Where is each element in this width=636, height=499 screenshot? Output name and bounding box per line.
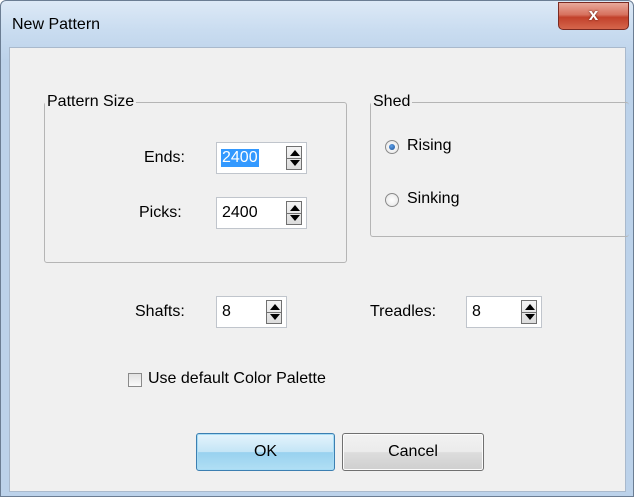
rising-label[interactable]: Rising bbox=[407, 137, 451, 155]
treadles-spinner[interactable]: 8 bbox=[466, 296, 542, 328]
spin-down-icon[interactable] bbox=[290, 215, 300, 221]
sinking-label[interactable]: Sinking bbox=[407, 190, 459, 208]
spin-down-icon[interactable] bbox=[525, 314, 535, 320]
dialog-title: New Pattern bbox=[12, 16, 101, 33]
picks-value[interactable]: 2400 bbox=[222, 204, 258, 222]
spin-down-icon[interactable] bbox=[290, 160, 300, 166]
shafts-spinner[interactable]: 8 bbox=[216, 296, 287, 328]
shed-group: Shed bbox=[370, 93, 629, 237]
spin-up-icon[interactable] bbox=[525, 304, 535, 310]
spin-down-icon[interactable] bbox=[270, 314, 280, 320]
ok-button[interactable]: OK bbox=[196, 433, 335, 471]
spin-up-icon[interactable] bbox=[270, 304, 280, 310]
close-icon: x bbox=[588, 5, 599, 24]
ends-spin-buttons[interactable] bbox=[286, 146, 302, 170]
default-palette-label[interactable]: Use default Color Palette bbox=[148, 370, 326, 388]
spin-up-icon[interactable] bbox=[290, 150, 300, 156]
shafts-spin-buttons[interactable] bbox=[266, 300, 282, 324]
shed-legend: Shed bbox=[373, 93, 411, 110]
cancel-button[interactable]: Cancel bbox=[342, 433, 484, 471]
dialog-client-area: Pattern Size Ends: 2400 Picks: 2400 Shed… bbox=[9, 47, 629, 492]
picks-spinner[interactable]: 2400 bbox=[216, 197, 307, 229]
close-button[interactable]: x bbox=[558, 2, 629, 30]
sinking-radio[interactable] bbox=[385, 193, 399, 207]
shafts-label: Shafts: bbox=[135, 303, 185, 320]
pattern-size-legend: Pattern Size bbox=[47, 93, 135, 110]
picks-spin-buttons[interactable] bbox=[286, 201, 302, 225]
treadles-value[interactable]: 8 bbox=[472, 303, 481, 321]
new-pattern-dialog: New Pattern x Pattern Size Ends: 2400 Pi… bbox=[0, 0, 634, 497]
ends-spinner[interactable]: 2400 bbox=[216, 142, 307, 174]
pattern-size-group: Pattern Size bbox=[44, 93, 347, 263]
ends-label: Ends: bbox=[144, 149, 185, 166]
ends-value[interactable]: 2400 bbox=[221, 149, 259, 167]
rising-radio[interactable] bbox=[385, 140, 399, 154]
shafts-value[interactable]: 8 bbox=[222, 303, 231, 321]
picks-label: Picks: bbox=[139, 204, 182, 221]
treadles-spin-buttons[interactable] bbox=[521, 300, 537, 324]
default-palette-checkbox[interactable] bbox=[128, 373, 142, 387]
treadles-label: Treadles: bbox=[370, 303, 437, 320]
spin-up-icon[interactable] bbox=[290, 205, 300, 211]
